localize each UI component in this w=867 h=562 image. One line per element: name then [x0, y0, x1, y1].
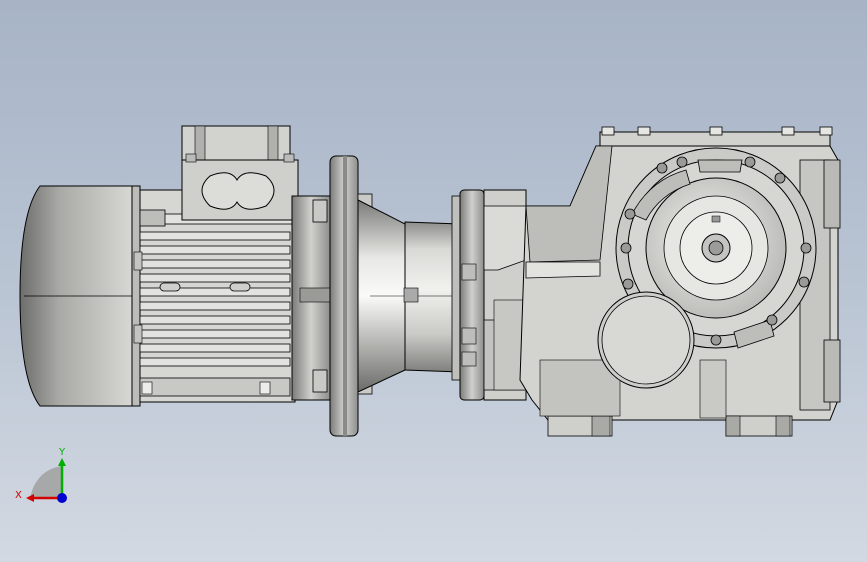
motor-fan-cover — [19, 185, 141, 407]
gearbox-housing — [519, 126, 841, 437]
terminal-box — [181, 125, 299, 221]
gear-motor-model[interactable]: X Y — [0, 0, 867, 562]
coordinate-triad: X Y — [15, 447, 67, 503]
cad-viewport[interactable]: X Y — [0, 0, 867, 562]
x-axis-label: X — [15, 490, 22, 501]
coupling-cone — [357, 199, 461, 393]
motor-housing — [133, 189, 296, 403]
gearbox-input-flange — [451, 189, 527, 401]
y-axis-label: Y — [58, 447, 66, 458]
z-axis-dot — [57, 493, 67, 503]
